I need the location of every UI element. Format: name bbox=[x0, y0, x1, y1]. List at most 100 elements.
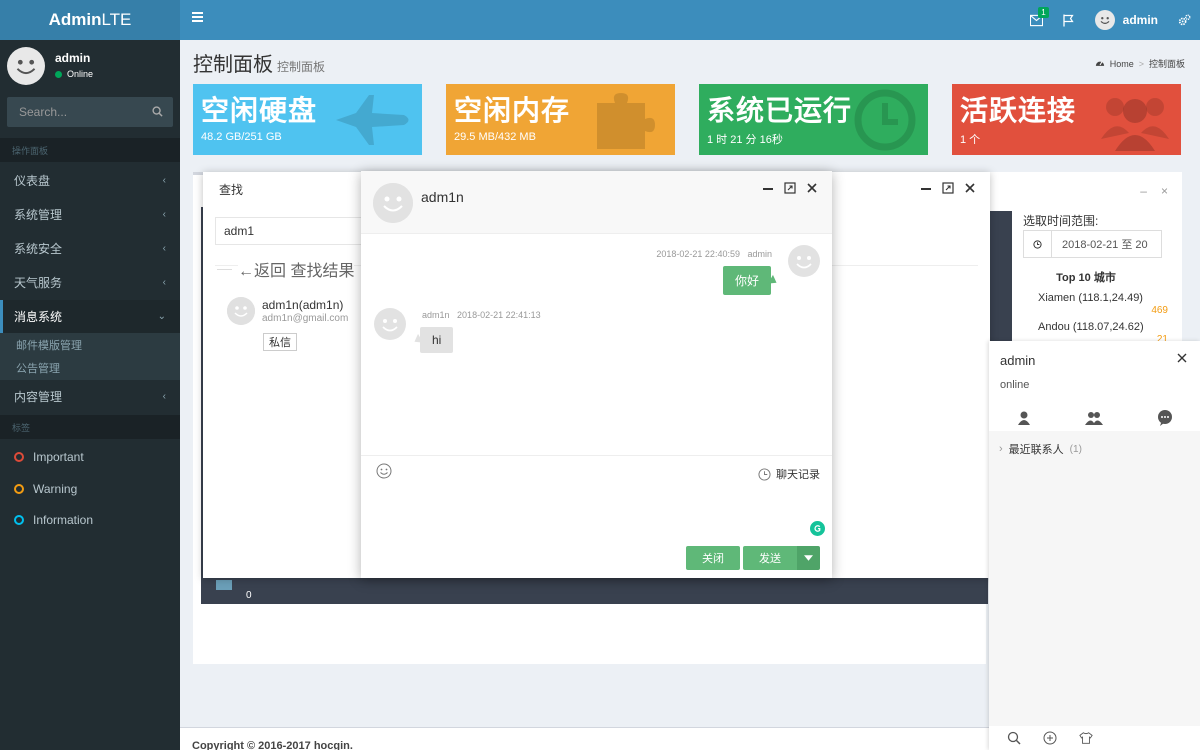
group-icon bbox=[1085, 412, 1104, 425]
sidebar-subitem-announcements[interactable]: 公告管理 bbox=[0, 356, 180, 379]
sidebar-label-important[interactable]: Important bbox=[0, 442, 180, 472]
bars-icon[interactable] bbox=[192, 12, 203, 22]
chevron-left-icon: ‹ bbox=[162, 277, 166, 288]
dashboard-icon bbox=[1095, 58, 1105, 69]
im-tabs bbox=[989, 405, 1200, 433]
close-icon[interactable]: × bbox=[1161, 184, 1168, 198]
avatar bbox=[7, 47, 45, 85]
sidebar-label-text: Warning bbox=[33, 482, 78, 496]
user-menu[interactable]: admin bbox=[1085, 0, 1168, 40]
top10-title: Top 10 城市 bbox=[1056, 272, 1116, 284]
close-icon[interactable] bbox=[1176, 352, 1188, 364]
search-icon[interactable] bbox=[152, 105, 163, 120]
clock-icon bbox=[1024, 231, 1052, 257]
search-input[interactable] bbox=[19, 105, 139, 119]
window-controls bbox=[762, 182, 818, 194]
find-search-input[interactable]: adm1 bbox=[215, 217, 380, 245]
divider bbox=[217, 268, 232, 270]
sidebar-user-status: Online bbox=[55, 69, 93, 79]
info-box-value: 1 个 bbox=[960, 134, 981, 146]
avatar bbox=[788, 245, 820, 280]
sidebar-item-system-management[interactable]: 系统管理 ‹ bbox=[0, 198, 180, 231]
minimize-icon[interactable] bbox=[762, 182, 774, 194]
close-icon[interactable] bbox=[806, 182, 818, 194]
sidebar-item-content[interactable]: 内容管理 ‹ bbox=[0, 380, 180, 413]
sidebar-section-header: 标签 bbox=[0, 415, 180, 439]
chat-contact-name: adm1n bbox=[421, 189, 464, 205]
avatar bbox=[227, 297, 255, 325]
map-marker-icon bbox=[216, 580, 232, 590]
date-range-value: 2018-02-21 至 20 bbox=[1062, 239, 1148, 251]
city-name: Andou (118.07,24.62) bbox=[1038, 321, 1144, 333]
sidebar-search bbox=[7, 97, 173, 127]
back-link[interactable]: ←返回 查找结果 bbox=[217, 257, 355, 281]
im-user-status[interactable]: online bbox=[1000, 379, 1029, 391]
logo-light: LTE bbox=[101, 10, 132, 29]
tab-groups[interactable] bbox=[1059, 405, 1129, 431]
avatar bbox=[374, 308, 406, 343]
chat-history-label: 聊天记录 bbox=[776, 469, 820, 481]
im-footer bbox=[989, 726, 1200, 750]
top-navbar: 1 admin bbox=[180, 0, 1200, 40]
add-icon[interactable] bbox=[1043, 731, 1057, 745]
date-range-picker[interactable]: 2018-02-21 至 20 bbox=[1023, 230, 1162, 258]
info-box-title: 系统已运行 bbox=[707, 95, 853, 126]
message-sender: adm1n bbox=[422, 310, 450, 320]
chevron-left-icon: ‹ bbox=[162, 391, 166, 402]
flag-icon[interactable] bbox=[1053, 0, 1085, 40]
info-box-value: 48.2 GB/251 GB bbox=[201, 131, 282, 143]
sidebar-item-label: 天气服务 bbox=[14, 276, 63, 290]
app-logo[interactable]: Admin LTE bbox=[0, 0, 180, 40]
group-count: (1) bbox=[1069, 443, 1082, 455]
sidebar-label-text: Important bbox=[33, 450, 84, 464]
skin-icon[interactable] bbox=[1079, 731, 1093, 745]
minimize-icon[interactable] bbox=[920, 182, 932, 194]
chat-input[interactable] bbox=[371, 489, 801, 539]
search-icon[interactable] bbox=[1007, 731, 1021, 745]
breadcrumb: Home > 控制面板 bbox=[1095, 57, 1185, 70]
envelope-icon[interactable]: 1 bbox=[1021, 0, 1053, 40]
chat-window: adm1n 2018-02-21 22:40:59 admin 你好 adm1n… bbox=[361, 171, 832, 578]
grammarly-icon[interactable] bbox=[810, 521, 825, 536]
sidebar-item-messages[interactable]: 消息系统 ⌄ bbox=[0, 300, 180, 333]
info-box-value: 29.5 MB/432 MB bbox=[454, 131, 536, 143]
gears-icon[interactable] bbox=[1168, 0, 1200, 40]
chat-header: adm1n bbox=[361, 171, 832, 234]
maximize-icon[interactable] bbox=[942, 182, 954, 194]
message-sender: admin bbox=[747, 249, 772, 259]
breadcrumb-home[interactable]: Home bbox=[1110, 59, 1134, 69]
info-box-disk: 空闲硬盘 48.2 GB/251 GB bbox=[193, 84, 422, 155]
tab-history[interactable] bbox=[1130, 405, 1200, 431]
minimize-icon[interactable]: – bbox=[1140, 184, 1147, 198]
smile-icon[interactable] bbox=[376, 463, 392, 482]
sidebar-label-warning[interactable]: Warning bbox=[0, 474, 180, 504]
caret-down-icon bbox=[804, 555, 813, 561]
users-icon bbox=[1101, 98, 1169, 151]
sidebar-subitem-mail-template[interactable]: 邮件模版管理 bbox=[0, 333, 180, 356]
close-icon[interactable] bbox=[964, 182, 976, 194]
send-button[interactable]: 发送 bbox=[743, 546, 797, 570]
sidebar-item-label: 消息系统 bbox=[14, 310, 63, 324]
contact-list: › 最近联系人 (1) bbox=[989, 431, 1200, 726]
page-subtitle: 控制面板 bbox=[277, 60, 326, 74]
chat-history-link[interactable]: 聊天记录 bbox=[758, 466, 820, 482]
recent-contacts-group[interactable]: › 最近联系人 (1) bbox=[999, 441, 1082, 457]
sidebar-label-information[interactable]: Information bbox=[0, 505, 180, 535]
space-shuttle-icon bbox=[336, 95, 409, 145]
send-options-button[interactable] bbox=[797, 546, 820, 570]
im-user-name: admin bbox=[1000, 353, 1036, 368]
logo-bold: Admin bbox=[48, 10, 102, 29]
private-message-button[interactable]: 私信 bbox=[263, 333, 297, 351]
close-button[interactable]: 关闭 bbox=[686, 546, 740, 570]
page-title: 控制面板 控制面板 bbox=[193, 48, 325, 77]
tab-friends[interactable] bbox=[989, 405, 1059, 433]
sidebar-item-weather[interactable]: 天气服务 ‹ bbox=[0, 266, 180, 299]
sidebar-item-system-security[interactable]: 系统安全 ‹ bbox=[0, 232, 180, 265]
sidebar-item-dashboard[interactable]: 仪表盘 ‹ bbox=[0, 164, 180, 197]
online-dot-icon bbox=[55, 70, 62, 78]
message-meta: 2018-02-21 22:40:59 admin bbox=[656, 249, 772, 259]
chevron-left-icon: ‹ bbox=[162, 209, 166, 220]
range-label: 选取时间范围: bbox=[1023, 214, 1099, 228]
chevron-left-icon: ‹ bbox=[162, 243, 166, 254]
maximize-icon[interactable] bbox=[784, 182, 796, 194]
